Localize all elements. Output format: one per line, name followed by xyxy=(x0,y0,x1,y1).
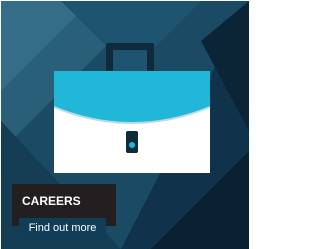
briefcase-icon xyxy=(54,43,211,173)
find-out-more-button[interactable]: Find out more xyxy=(19,218,106,239)
tile-title: CAREERS xyxy=(22,194,81,208)
careers-tile[interactable]: CAREERS Find out more xyxy=(1,1,249,249)
